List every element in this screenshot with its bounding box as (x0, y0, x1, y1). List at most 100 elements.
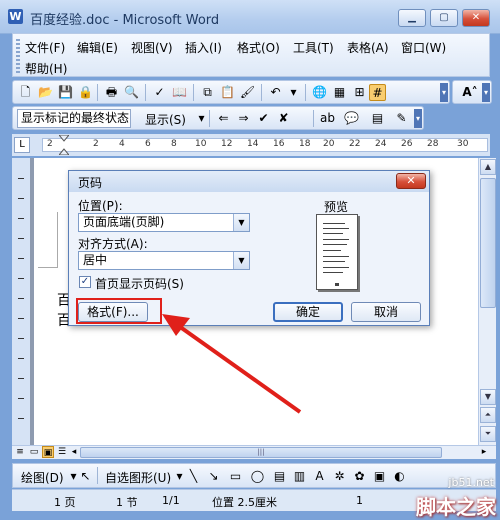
page-number-icon[interactable]: # (369, 84, 386, 101)
autoshapes-menu-button[interactable]: 自选图形(U) (105, 469, 171, 486)
cancel-button[interactable]: 取消 (351, 302, 421, 322)
grow-font-icon[interactable]: A˄ (459, 84, 481, 101)
tables-borders-icon[interactable]: ▦ (331, 84, 348, 101)
draw-menu-button[interactable]: 绘图(D) (21, 469, 64, 486)
print-preview-icon[interactable]: 🔍 (123, 84, 140, 101)
show-menu-button[interactable]: 显示(S) (145, 111, 186, 128)
first-page-checkbox[interactable]: ✓ (79, 276, 91, 288)
chevron-down-icon[interactable]: ▼ (233, 214, 249, 231)
vertical-ruler[interactable] (12, 158, 30, 445)
highlight-icon[interactable]: ab (319, 110, 336, 127)
scroll-down-icon[interactable]: ▼ (480, 389, 496, 405)
position-label: 位置(P): (78, 199, 123, 213)
dialog-title-bar[interactable]: 页码 ✕ (69, 171, 429, 192)
vertical-text-box-icon[interactable]: ▥ (291, 468, 308, 485)
menu-format[interactable]: 格式(O) (237, 39, 280, 56)
ruler-number: 6 (145, 139, 151, 149)
menu-edit[interactable]: 编辑(E) (77, 39, 118, 56)
track-changes-icon[interactable]: ✎ (393, 110, 410, 127)
menu-view[interactable]: 视图(V) (131, 39, 173, 56)
save-icon[interactable]: 💾 (57, 84, 74, 101)
undo-dropdown-icon[interactable]: ▾ (285, 84, 302, 101)
horizontal-ruler[interactable]: 2 2 4 6 8 10 12 14 16 18 20 22 24 26 28 … (42, 135, 488, 155)
clip-art-icon[interactable]: ✿ (351, 468, 368, 485)
reviewing-pane-icon[interactable]: ▤ (369, 110, 386, 127)
display-markup-combo[interactable]: 显示标记的最终状态 (17, 109, 131, 128)
toolbar-options-icon[interactable]: ▾ (482, 83, 490, 102)
print-icon[interactable]: 🖶 (103, 84, 120, 101)
show-dropdown-icon[interactable]: ▾ (193, 110, 210, 127)
paste-icon[interactable]: 📋 (219, 84, 236, 101)
menubar-grip[interactable] (16, 39, 20, 73)
web-view-icon[interactable]: ▭ (28, 446, 40, 458)
toolbar-separator (193, 84, 194, 101)
copy-icon[interactable]: ⧉ (199, 84, 216, 101)
preview-line (323, 233, 343, 234)
ruler-number: 10 (195, 139, 207, 149)
rectangle-icon[interactable]: ▭ (227, 468, 244, 485)
menu-help[interactable]: 帮助(H) (25, 60, 67, 77)
new-document-icon[interactable]: 🗋 (17, 84, 34, 101)
reject-change-icon[interactable]: ✘ (275, 110, 292, 127)
open-folder-icon[interactable]: 📂 (37, 84, 54, 101)
preview-line (323, 256, 349, 257)
preview-line (323, 223, 345, 224)
menu-insert[interactable]: 插入(I) (185, 39, 222, 56)
permission-icon[interactable]: 🔒 (77, 84, 94, 101)
word-app-icon: W (8, 9, 23, 24)
accept-change-icon[interactable]: ✔ (255, 110, 272, 127)
minimize-button[interactable]: ▁ (398, 9, 426, 27)
menu-table[interactable]: 表格(A) (347, 39, 389, 56)
wordart-icon[interactable]: A (311, 468, 328, 485)
hyperlink-icon[interactable]: 🌐 (311, 84, 328, 101)
previous-page-icon[interactable]: ⏶ (480, 407, 496, 423)
toolbar-options-icon[interactable]: ▾ (414, 109, 422, 128)
outline-view-icon[interactable]: ☰ (56, 446, 68, 458)
first-page-label[interactable]: 首页显示页码(S) (95, 275, 184, 292)
ruler-number: 24 (375, 139, 387, 149)
research-icon[interactable]: 📖 (171, 84, 188, 101)
previous-change-icon[interactable]: ⇐ (215, 110, 232, 127)
menu-window[interactable]: 窗口(W) (401, 39, 446, 56)
scroll-right-icon[interactable]: ▸ (478, 446, 490, 458)
print-layout-icon[interactable]: ▣ (42, 446, 54, 458)
alignment-select[interactable]: 居中 ▼ (78, 251, 250, 270)
oval-icon[interactable]: ◯ (249, 468, 266, 485)
maximize-button[interactable]: ▢ (430, 9, 458, 27)
chevron-down-icon[interactable]: ▼ (233, 252, 249, 269)
undo-icon[interactable]: ↶ (267, 84, 284, 101)
alignment-value: 居中 (83, 253, 108, 267)
horizontal-scroll-thumb[interactable]: ||| (80, 447, 442, 458)
scroll-up-icon[interactable]: ▲ (480, 159, 496, 175)
spelling-icon[interactable]: ✓ (151, 84, 168, 101)
insert-comment-icon[interactable]: 💬 (343, 110, 360, 127)
vertical-scrollbar[interactable]: ▲ ▼ ⏶ ⏷ (478, 158, 496, 445)
ruler-number: 28 (427, 139, 439, 149)
position-select[interactable]: 页面底端(页脚) ▼ (78, 213, 250, 232)
menu-tools[interactable]: 工具(T) (293, 39, 334, 56)
next-page-icon[interactable]: ⏷ (480, 426, 496, 442)
insert-picture-icon[interactable]: ▣ (371, 468, 388, 485)
toolbar-separator (313, 110, 314, 127)
diagram-icon[interactable]: ✲ (331, 468, 348, 485)
ruler-number: 26 (401, 139, 413, 149)
format-painter-icon[interactable]: 🖌 (239, 84, 256, 101)
scroll-thumb[interactable] (480, 178, 496, 308)
dialog-close-button[interactable]: ✕ (396, 173, 426, 189)
toolbar-options-icon[interactable]: ▾ (440, 83, 448, 102)
arrow-icon[interactable]: ↘ (205, 468, 222, 485)
insert-table-icon[interactable]: ⊞ (351, 84, 368, 101)
scroll-left-icon[interactable]: ◂ (68, 446, 80, 458)
menu-file[interactable]: 文件(F) (25, 39, 65, 56)
next-change-icon[interactable]: ⇒ (235, 110, 252, 127)
indent-marker-icon[interactable] (59, 135, 69, 155)
tab-selector-icon[interactable]: L (14, 137, 30, 153)
close-window-button[interactable]: ✕ (462, 9, 490, 27)
select-objects-icon[interactable]: ↖ (77, 468, 94, 485)
ok-button[interactable]: 确定 (273, 302, 343, 322)
ruler-number: 12 (221, 139, 233, 149)
line-icon[interactable]: ╲ (185, 468, 202, 485)
text-box-icon[interactable]: ▤ (271, 468, 288, 485)
fill-color-icon[interactable]: ◐ (391, 468, 408, 485)
normal-view-icon[interactable]: ≡ (14, 446, 26, 458)
